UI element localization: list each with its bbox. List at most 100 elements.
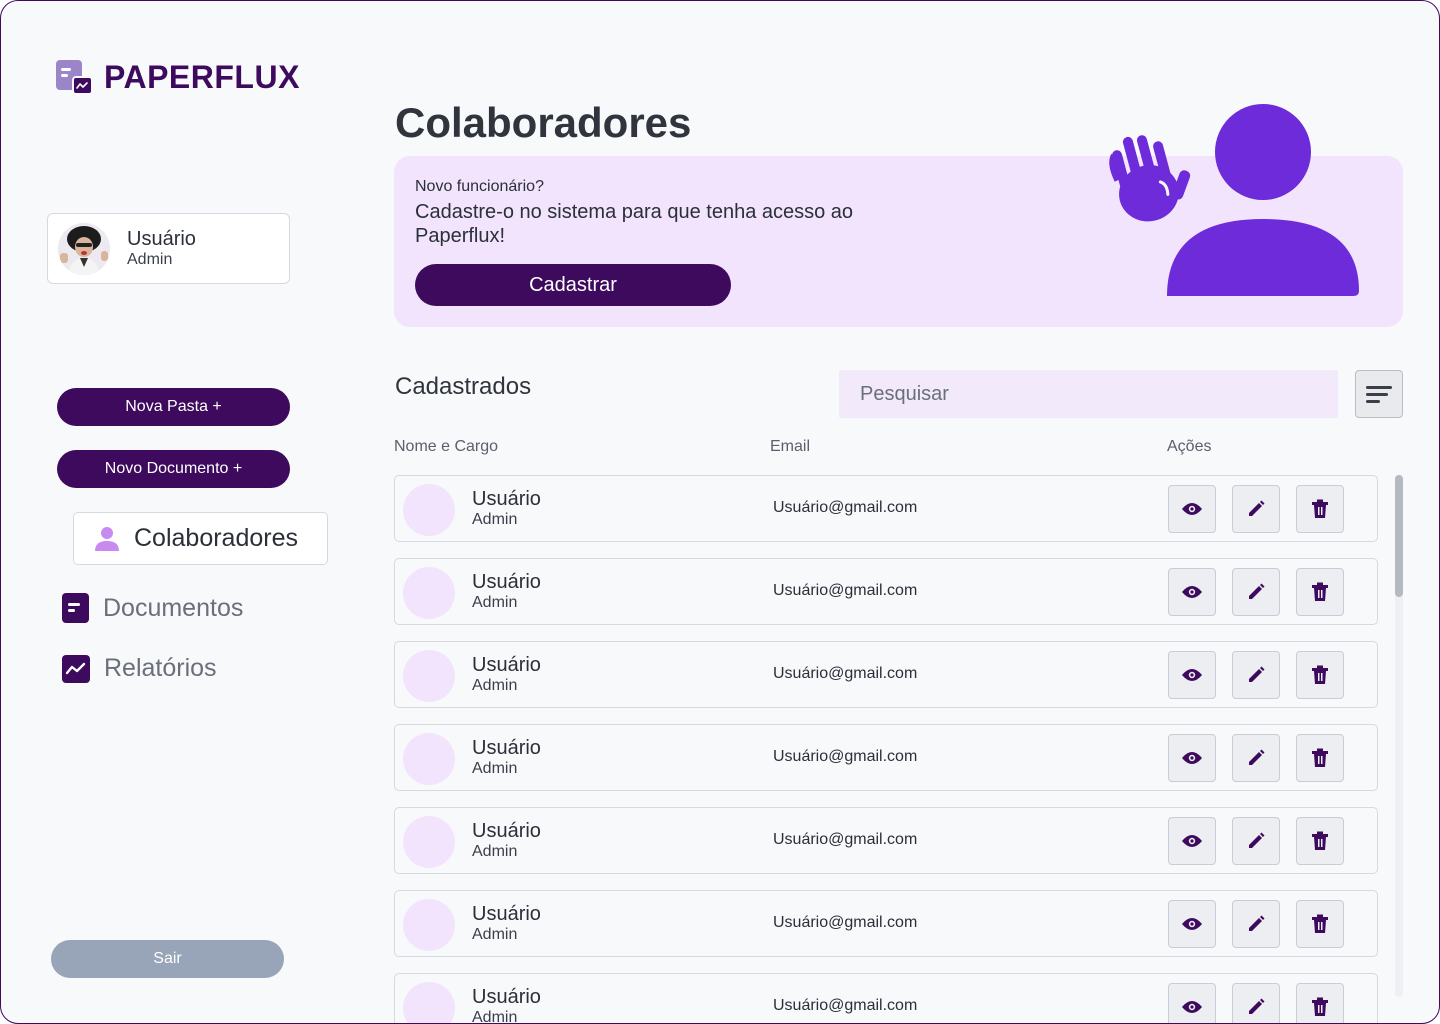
row-avatar [403, 899, 455, 951]
paperflux-logo-icon [56, 59, 94, 96]
registered-title: Cadastrados [395, 373, 532, 400]
banner-question: Novo funcionário? [415, 178, 544, 195]
trash-icon [1311, 831, 1329, 851]
row-email: Usuário@gmail.com [773, 499, 918, 516]
eye-icon [1181, 834, 1203, 848]
waving-person-illustration [1109, 104, 1359, 296]
row-role: Admin [472, 594, 518, 611]
edit-button[interactable] [1232, 568, 1280, 616]
user-card[interactable]: Usuário Admin [47, 213, 290, 284]
row-name: Usuário [472, 654, 541, 676]
filter-icon [1366, 385, 1392, 389]
trash-icon [1311, 914, 1329, 934]
row-avatar [403, 567, 455, 619]
row-avatar [403, 816, 455, 868]
edit-button[interactable] [1232, 734, 1280, 782]
filter-button[interactable] [1355, 370, 1403, 418]
edit-button[interactable] [1232, 651, 1280, 699]
user-name: Usuário [127, 227, 196, 250]
avatar [58, 222, 110, 275]
pencil-icon [1246, 997, 1266, 1017]
delete-button[interactable] [1296, 651, 1344, 699]
row-avatar [403, 484, 455, 536]
sidebar-item-relatorios[interactable]: Relatórios [62, 654, 217, 683]
view-button[interactable] [1168, 568, 1216, 616]
row-name: Usuário [472, 488, 541, 510]
banner-text: Cadastre-o no sistema para que tenha ace… [415, 201, 854, 247]
search-input[interactable] [860, 382, 1338, 406]
row-role: Admin [472, 926, 518, 943]
delete-button[interactable] [1296, 734, 1344, 782]
delete-button[interactable] [1296, 568, 1344, 616]
edit-button[interactable] [1232, 900, 1280, 948]
view-button[interactable] [1168, 651, 1216, 699]
sidebar-item-label: Colaboradores [134, 524, 298, 552]
edit-button[interactable] [1232, 485, 1280, 533]
row-avatar [403, 982, 455, 1023]
row-role: Admin [472, 1009, 518, 1024]
row-name: Usuário [472, 903, 541, 925]
app-frame: PAPERFLUX Usuário Admin Nova Pasta + Nov… [0, 0, 1440, 1024]
edit-button[interactable] [1232, 817, 1280, 865]
column-header-actions: Ações [1167, 438, 1212, 455]
row-email: Usuário@gmail.com [773, 582, 918, 599]
sidebar-item-colaboradores[interactable]: Colaboradores [73, 512, 328, 565]
row-avatar [403, 733, 455, 785]
row-role: Admin [472, 677, 518, 694]
row-email: Usuário@gmail.com [773, 831, 918, 848]
table-row[interactable]: Usuário Admin Usuário@gmail.com [394, 475, 1378, 542]
pencil-icon [1246, 748, 1266, 768]
brand-name: PAPERFLUX [104, 59, 300, 95]
trash-icon [1311, 499, 1329, 519]
view-button[interactable] [1168, 817, 1216, 865]
delete-button[interactable] [1296, 983, 1344, 1023]
eye-icon [1181, 585, 1203, 599]
pencil-icon [1246, 665, 1266, 685]
delete-button[interactable] [1296, 900, 1344, 948]
delete-button[interactable] [1296, 485, 1344, 533]
scrollbar-thumb[interactable] [1395, 475, 1403, 597]
page-title: Colaboradores [395, 99, 692, 146]
list-scrollbar[interactable] [1395, 475, 1403, 997]
eye-icon [1181, 917, 1203, 931]
pencil-icon [1246, 499, 1266, 519]
view-button[interactable] [1168, 734, 1216, 782]
row-name: Usuário [472, 820, 541, 842]
row-role: Admin [472, 511, 518, 528]
eye-icon [1181, 751, 1203, 765]
chart-icon [62, 654, 90, 683]
edit-button[interactable] [1232, 983, 1280, 1023]
row-avatar [403, 650, 455, 702]
sidebar-item-label: Documentos [103, 593, 244, 622]
row-email: Usuário@gmail.com [773, 748, 918, 765]
table-row[interactable]: Usuário Admin Usuário@gmail.com [394, 641, 1378, 708]
table-row[interactable]: Usuário Admin Usuário@gmail.com [394, 807, 1378, 874]
register-button[interactable]: Cadastrar [415, 264, 731, 306]
row-role: Admin [472, 760, 518, 777]
new-document-button[interactable]: Novo Documento + [57, 450, 290, 488]
column-header-name: Nome e Cargo [394, 438, 499, 455]
pencil-icon [1246, 914, 1266, 934]
logout-button[interactable]: Sair [51, 940, 284, 978]
table-row[interactable]: Usuário Admin Usuário@gmail.com [394, 890, 1378, 957]
user-role: Admin [127, 250, 173, 268]
table-row[interactable]: Usuário Admin Usuário@gmail.com [394, 973, 1378, 1024]
delete-button[interactable] [1296, 817, 1344, 865]
trash-icon [1311, 997, 1329, 1017]
column-header-email: Email [770, 438, 811, 455]
trash-icon [1311, 748, 1329, 768]
row-email: Usuário@gmail.com [773, 997, 918, 1014]
row-name: Usuário [472, 737, 541, 759]
logo: PAPERFLUX [56, 59, 300, 96]
new-folder-button[interactable]: Nova Pasta + [57, 388, 290, 426]
view-button[interactable] [1168, 900, 1216, 948]
view-button[interactable] [1168, 485, 1216, 533]
table-row[interactable]: Usuário Admin Usuário@gmail.com [394, 558, 1378, 625]
eye-icon [1181, 668, 1203, 682]
view-button[interactable] [1168, 983, 1216, 1023]
sidebar-item-documentos[interactable]: Documentos [62, 593, 243, 623]
trash-icon [1311, 582, 1329, 602]
pencil-icon [1246, 582, 1266, 602]
table-row[interactable]: Usuário Admin Usuário@gmail.com [394, 724, 1378, 791]
sidebar-item-label: Relatórios [104, 654, 217, 682]
